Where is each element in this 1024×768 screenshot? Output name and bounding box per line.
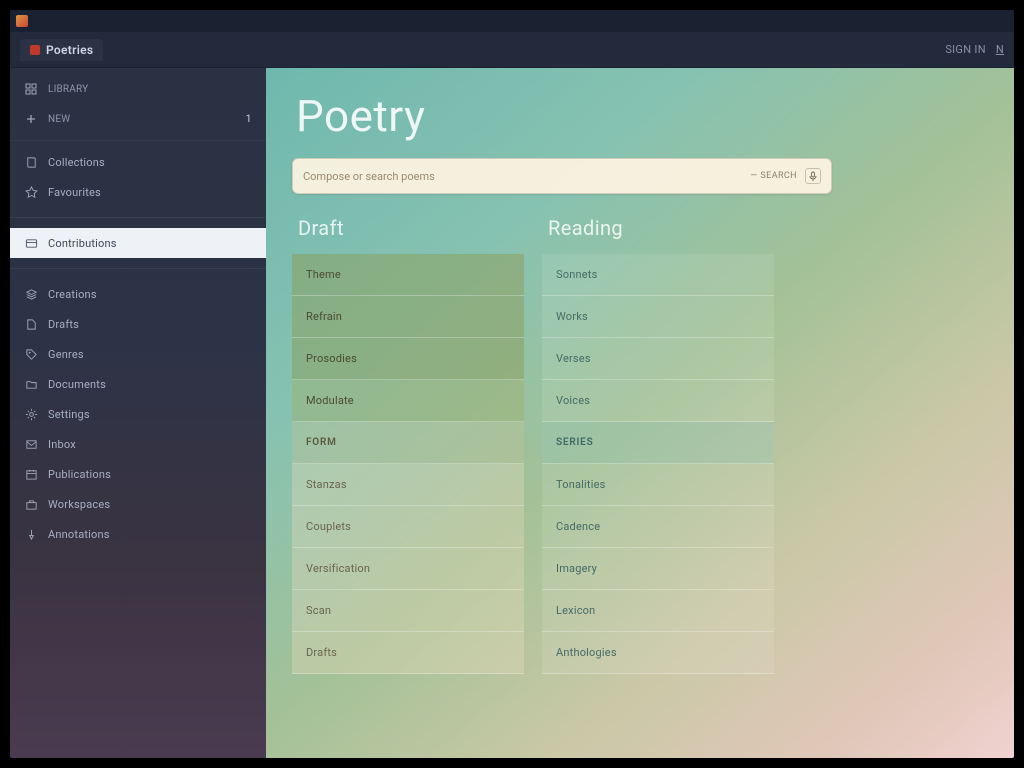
sidebar-badge: 1: [246, 114, 252, 125]
sidebar-item-creations[interactable]: Creations: [10, 279, 266, 309]
doc-icon: [24, 317, 38, 331]
mic-icon[interactable]: [805, 168, 821, 184]
list-item[interactable]: Works: [542, 296, 774, 338]
list-item[interactable]: Refrain: [292, 296, 524, 338]
list-item[interactable]: Cadence: [542, 506, 774, 548]
columns: Draft Theme Refrain Prosodies Modulate F…: [292, 210, 774, 674]
sidebar-item-inbox[interactable]: Inbox: [10, 429, 266, 459]
tabbar: Poetries SIGN IN N: [10, 32, 1014, 68]
list-item[interactable]: Stanzas: [292, 464, 524, 506]
grid-icon: [24, 82, 38, 96]
sidebar-item-label: Publications: [48, 468, 252, 481]
list-item[interactable]: Scan: [292, 590, 524, 632]
sidebar-item-label: Creations: [48, 288, 252, 301]
sidebar-item-label: Contributions: [48, 237, 252, 250]
sidebar-item-label: Drafts: [48, 318, 252, 331]
list-item[interactable]: Modulate: [292, 380, 524, 422]
app-window: Poetries SIGN IN N LIBRARY NEW 1: [10, 10, 1014, 758]
mail-icon: [24, 437, 38, 451]
sidebar-item-settings[interactable]: Settings: [10, 399, 266, 429]
signin-link[interactable]: SIGN IN: [945, 43, 986, 56]
sidebar-item-label: Annotations: [48, 528, 252, 541]
sidebar-item-drafts[interactable]: Drafts: [10, 309, 266, 339]
sidebar-item-publications[interactable]: Publications: [10, 459, 266, 489]
book-icon: [24, 155, 38, 169]
search-input[interactable]: [303, 170, 742, 183]
layers-icon: [24, 287, 38, 301]
list-item[interactable]: Verses: [542, 338, 774, 380]
topbar-letter[interactable]: N: [996, 43, 1004, 56]
sidebar-item-annotations[interactable]: Annotations: [10, 519, 266, 549]
sidebar-item-library[interactable]: LIBRARY: [10, 74, 266, 104]
list-header: SERIES: [542, 422, 774, 464]
column-reading: Reading Sonnets Works Verses Voices SERI…: [542, 210, 774, 674]
sidebar: LIBRARY NEW 1 Collections Favourites: [10, 68, 266, 758]
list-header: FORM: [292, 422, 524, 464]
page-title: Poetry: [296, 90, 425, 142]
divider: [10, 268, 266, 269]
divider: [10, 217, 266, 218]
search-hint: — SEARCH: [750, 171, 797, 181]
column-draft: Draft Theme Refrain Prosodies Modulate F…: [292, 210, 524, 674]
body: LIBRARY NEW 1 Collections Favourites: [10, 68, 1014, 758]
list-item[interactable]: Drafts: [292, 632, 524, 674]
plus-icon: [24, 112, 38, 126]
search-bar[interactable]: — SEARCH: [292, 158, 832, 194]
list-item[interactable]: Versification: [292, 548, 524, 590]
column-head: Reading: [542, 210, 774, 254]
sidebar-item-label: Collections: [48, 156, 252, 169]
list-item[interactable]: Tonalities: [542, 464, 774, 506]
star-icon: [24, 185, 38, 199]
sidebar-item-label: Inbox: [48, 438, 252, 451]
list-item[interactable]: Theme: [292, 254, 524, 296]
calendar-icon: [24, 467, 38, 481]
sidebar-item-documents[interactable]: Documents: [10, 369, 266, 399]
sidebar-item-collections[interactable]: Collections: [10, 147, 266, 177]
gear-icon: [24, 407, 38, 421]
list-item[interactable]: Prosodies: [292, 338, 524, 380]
sidebar-item-label: LIBRARY: [48, 84, 252, 95]
list-item[interactable]: Sonnets: [542, 254, 774, 296]
sidebar-item-label: Documents: [48, 378, 252, 391]
sidebar-item-label: Settings: [48, 408, 252, 421]
sidebar-item-label: NEW: [48, 114, 236, 125]
titlebar: [10, 10, 1014, 32]
sidebar-item-label: Genres: [48, 348, 252, 361]
favicon-icon: [30, 45, 40, 55]
topbar-right: SIGN IN N: [945, 43, 1004, 56]
column-head: Draft: [292, 210, 524, 254]
sidebar-item-workspaces[interactable]: Workspaces: [10, 489, 266, 519]
sidebar-item-genres[interactable]: Genres: [10, 339, 266, 369]
folder-icon: [24, 377, 38, 391]
sidebar-item-label: Workspaces: [48, 498, 252, 511]
sidebar-item-label: Favourites: [48, 186, 252, 199]
sidebar-group-3: Creations Drafts Genres Documents Settin…: [10, 273, 266, 555]
list-item[interactable]: Couplets: [292, 506, 524, 548]
briefcase-icon: [24, 497, 38, 511]
sidebar-item-contributions[interactable]: Contributions: [10, 228, 266, 258]
sidebar-group-2: Contributions: [10, 222, 266, 264]
list-item[interactable]: Voices: [542, 380, 774, 422]
tag-icon: [24, 347, 38, 361]
list-item[interactable]: Anthologies: [542, 632, 774, 674]
card-icon: [24, 236, 38, 250]
sidebar-top-group: LIBRARY NEW 1: [10, 68, 266, 141]
sidebar-item-new[interactable]: NEW 1: [10, 104, 266, 134]
tab-title: Poetries: [46, 43, 93, 57]
list-item[interactable]: Lexicon: [542, 590, 774, 632]
main-pane: Poetry — SEARCH Draft Theme Refrain Pros…: [266, 68, 1014, 758]
browser-tab[interactable]: Poetries: [20, 39, 103, 61]
list-item[interactable]: Imagery: [542, 548, 774, 590]
sidebar-item-favourites[interactable]: Favourites: [10, 177, 266, 207]
sidebar-group-1: Collections Favourites: [10, 141, 266, 213]
pin-icon: [24, 527, 38, 541]
app-icon: [16, 15, 28, 27]
